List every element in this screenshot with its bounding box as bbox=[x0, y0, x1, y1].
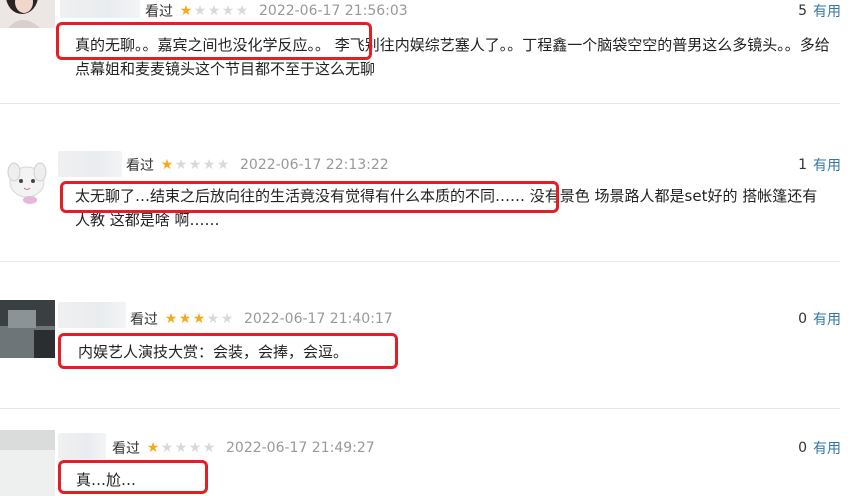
comment-text: 内娱艺人演技大赏：会装，会捧，会逗。 bbox=[78, 343, 349, 361]
star-icon: ★ bbox=[188, 157, 202, 173]
divider bbox=[0, 261, 840, 262]
comment-text: 真…尬… bbox=[76, 471, 137, 489]
star-icon: ★ bbox=[160, 157, 174, 173]
star-icon: ★ bbox=[216, 157, 230, 173]
useful-button[interactable]: 有用 bbox=[813, 309, 841, 329]
star-icon: ★ bbox=[220, 311, 234, 327]
avatar[interactable] bbox=[0, 0, 55, 28]
comment-date: 2022-06-17 21:56:03 bbox=[259, 3, 408, 19]
vote-count: 5 bbox=[798, 3, 807, 19]
star-icon: ★ bbox=[179, 3, 193, 19]
rating-stars: ★ ★ ★ ★ ★ bbox=[164, 312, 234, 326]
watch-status: 看过 bbox=[126, 158, 154, 174]
comment-text: 太无聊了…结束之后放向往的生活竟没有觉得有什么本质的不同…… 没有景色 场景路人… bbox=[75, 187, 818, 229]
watch-status: 看过 bbox=[130, 312, 158, 328]
avatar[interactable] bbox=[0, 148, 55, 206]
rating-stars: ★ ★ ★ ★ ★ bbox=[160, 158, 230, 172]
star-icon: ★ bbox=[160, 440, 174, 456]
useful-button[interactable]: 有用 bbox=[813, 1, 841, 21]
star-icon: ★ bbox=[192, 311, 206, 327]
avatar[interactable] bbox=[0, 300, 55, 358]
vote-count: 1 bbox=[798, 157, 807, 173]
username[interactable] bbox=[58, 151, 122, 177]
star-icon: ★ bbox=[207, 3, 221, 19]
star-icon: ★ bbox=[202, 440, 216, 456]
comment-date: 2022-06-17 21:40:17 bbox=[244, 311, 393, 327]
star-icon: ★ bbox=[235, 3, 249, 19]
vote-count: 0 bbox=[798, 440, 807, 456]
avatar[interactable] bbox=[0, 430, 55, 496]
divider bbox=[0, 408, 840, 409]
useful-button[interactable]: 有用 bbox=[813, 438, 841, 458]
star-icon: ★ bbox=[221, 3, 235, 19]
rating-stars: ★ ★ ★ ★ ★ bbox=[179, 4, 249, 18]
star-icon: ★ bbox=[202, 157, 216, 173]
username[interactable] bbox=[58, 433, 106, 459]
username[interactable] bbox=[60, 0, 140, 18]
star-icon: ★ bbox=[178, 311, 192, 327]
star-icon: ★ bbox=[174, 440, 188, 456]
watch-status: 看过 bbox=[112, 441, 140, 457]
username[interactable] bbox=[58, 302, 126, 328]
star-icon: ★ bbox=[188, 440, 202, 456]
comment-list: 看过 ★ ★ ★ ★ ★ 2022-06-17 21:56:03 5 有用 真的无聊。。… bbox=[0, 0, 851, 496]
divider bbox=[0, 103, 840, 104]
useful-button[interactable]: 有用 bbox=[813, 155, 841, 175]
comment-text: 真的无聊。。嘉宾之间也没化学反应。。 李飞别往内娱综艺塞人了。。丁程鑫一个脑袋空… bbox=[75, 36, 830, 78]
rating-stars: ★ ★ ★ ★ ★ bbox=[146, 441, 216, 455]
star-icon: ★ bbox=[206, 311, 220, 327]
vote-count: 0 bbox=[798, 311, 807, 327]
star-icon: ★ bbox=[193, 3, 207, 19]
star-icon: ★ bbox=[146, 440, 160, 456]
comment-date: 2022-06-17 22:13:22 bbox=[240, 157, 389, 173]
comment-date: 2022-06-17 21:49:27 bbox=[226, 440, 375, 456]
star-icon: ★ bbox=[174, 157, 188, 173]
watch-status: 看过 bbox=[145, 4, 173, 20]
star-icon: ★ bbox=[164, 311, 178, 327]
